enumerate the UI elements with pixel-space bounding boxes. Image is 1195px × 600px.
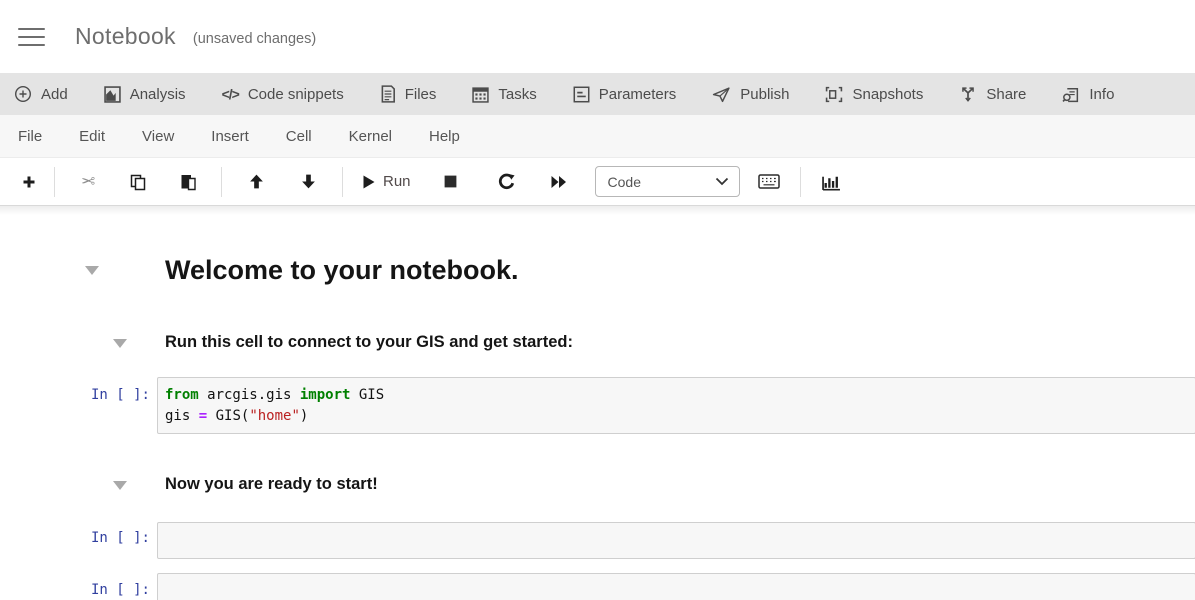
markdown-heading-welcome[interactable]: Welcome to your notebook. bbox=[165, 255, 519, 286]
share-button[interactable]: Share bbox=[959, 85, 1026, 103]
notebook-menu-bar: File Edit View Insert Cell Kernel Help bbox=[0, 115, 1195, 158]
menu-kernel[interactable]: Kernel bbox=[349, 128, 392, 145]
hamburger-menu-icon[interactable] bbox=[18, 28, 45, 46]
cell-type-value: Code bbox=[608, 174, 641, 190]
snapshots-label: Snapshots bbox=[852, 86, 923, 103]
file-icon bbox=[380, 85, 396, 103]
calendar-icon bbox=[472, 86, 489, 103]
analysis-label: Analysis bbox=[130, 86, 186, 103]
menu-help[interactable]: Help bbox=[429, 128, 460, 145]
share-icon bbox=[959, 85, 977, 103]
arrow-up-icon bbox=[248, 173, 265, 190]
chevron-down-icon bbox=[715, 177, 729, 186]
parameters-icon bbox=[573, 86, 590, 103]
copy-cell-button[interactable] bbox=[121, 167, 155, 197]
share-label: Share bbox=[986, 86, 1026, 103]
fast-forward-icon bbox=[550, 174, 568, 190]
collapse-arrow-ready[interactable] bbox=[113, 481, 127, 490]
code-snippets-label: Code snippets bbox=[248, 86, 344, 103]
app-toolbar: Add Analysis </> Code snippets Files bbox=[0, 73, 1195, 115]
bar-chart-icon bbox=[822, 173, 841, 191]
move-cell-down-button[interactable] bbox=[291, 167, 325, 197]
plus-icon bbox=[21, 174, 37, 190]
page-title: Notebook bbox=[75, 23, 176, 50]
info-label: Info bbox=[1089, 86, 1114, 103]
paste-icon bbox=[179, 173, 197, 191]
input-prompt-3: In [ ]: bbox=[0, 582, 150, 598]
app-header: Notebook (unsaved changes) bbox=[0, 0, 1195, 73]
input-prompt-1: In [ ]: bbox=[0, 387, 150, 403]
files-label: Files bbox=[405, 86, 437, 103]
empty-code-cell-2[interactable] bbox=[157, 573, 1195, 600]
tasks-label: Tasks bbox=[498, 86, 536, 103]
stop-kernel-button[interactable] bbox=[434, 167, 468, 197]
code-editor-2[interactable] bbox=[158, 523, 1195, 536]
add-cell-button[interactable] bbox=[12, 167, 46, 197]
add-button[interactable]: Add bbox=[14, 85, 68, 103]
menu-insert[interactable]: Insert bbox=[211, 128, 249, 145]
info-icon bbox=[1062, 85, 1080, 103]
add-circle-icon bbox=[14, 85, 32, 103]
arrow-down-icon bbox=[300, 173, 317, 190]
code-line-2: gis = GIS("home") bbox=[165, 406, 1187, 427]
info-button[interactable]: Info bbox=[1062, 85, 1114, 103]
code-snippets-button[interactable]: </> Code snippets bbox=[222, 86, 344, 103]
code-editor-3[interactable] bbox=[158, 574, 1195, 587]
code-cell-gis[interactable]: from arcgis.gis import GISgis = GIS("hom… bbox=[157, 377, 1195, 434]
move-cell-up-button[interactable] bbox=[239, 167, 273, 197]
restart-icon bbox=[498, 173, 515, 190]
code-line-1: from arcgis.gis import GIS bbox=[165, 385, 1187, 406]
notebook-content: Welcome to your notebook. Run this cell … bbox=[0, 206, 1195, 600]
menu-edit[interactable]: Edit bbox=[79, 128, 105, 145]
cell-type-select[interactable]: Code bbox=[595, 166, 740, 197]
code-editor-1[interactable]: from arcgis.gis import GISgis = GIS("hom… bbox=[158, 378, 1195, 433]
code-icon: </> bbox=[222, 86, 239, 102]
menu-cell[interactable]: Cell bbox=[286, 128, 312, 145]
publish-label: Publish bbox=[740, 86, 789, 103]
empty-code-cell-1[interactable] bbox=[157, 522, 1195, 559]
notebook-app: Notebook (unsaved changes) Add Analysis … bbox=[0, 0, 1195, 600]
menu-file[interactable]: File bbox=[18, 128, 42, 145]
markdown-heading-ready[interactable]: Now you are ready to start! bbox=[165, 475, 378, 494]
run-icon bbox=[361, 174, 376, 190]
collapse-arrow-h1[interactable] bbox=[85, 266, 99, 275]
markdown-heading-connect[interactable]: Run this cell to connect to your GIS and… bbox=[165, 333, 573, 352]
restart-kernel-button[interactable] bbox=[490, 167, 524, 197]
analysis-button[interactable]: Analysis bbox=[104, 86, 186, 103]
menu-view[interactable]: View bbox=[142, 128, 174, 145]
keyboard-icon bbox=[758, 174, 780, 189]
snapshot-icon bbox=[825, 86, 843, 103]
restart-run-all-button[interactable] bbox=[542, 167, 576, 197]
cell-toolbar: ✂ bbox=[0, 158, 1195, 206]
add-label: Add bbox=[41, 86, 68, 103]
run-label: Run bbox=[383, 173, 411, 190]
snapshots-button[interactable]: Snapshots bbox=[825, 86, 923, 103]
publish-icon bbox=[712, 86, 731, 103]
command-palette-button[interactable] bbox=[752, 167, 786, 197]
paste-cell-button[interactable] bbox=[171, 167, 205, 197]
unsaved-changes-status: (unsaved changes) bbox=[193, 27, 316, 47]
parameters-button[interactable]: Parameters bbox=[573, 86, 677, 103]
analysis-icon bbox=[104, 86, 121, 103]
publish-button[interactable]: Publish bbox=[712, 86, 789, 103]
open-console-button[interactable] bbox=[815, 167, 849, 197]
run-cell-button[interactable]: Run bbox=[361, 167, 411, 197]
tasks-button[interactable]: Tasks bbox=[472, 86, 536, 103]
cut-cell-button[interactable]: ✂ bbox=[71, 167, 105, 197]
collapse-arrow-connect[interactable] bbox=[113, 339, 127, 348]
parameters-label: Parameters bbox=[599, 86, 677, 103]
files-button[interactable]: Files bbox=[380, 85, 437, 103]
input-prompt-2: In [ ]: bbox=[0, 530, 150, 546]
scissors-icon: ✂ bbox=[81, 172, 95, 192]
copy-icon bbox=[129, 173, 147, 191]
stop-icon bbox=[443, 174, 458, 189]
